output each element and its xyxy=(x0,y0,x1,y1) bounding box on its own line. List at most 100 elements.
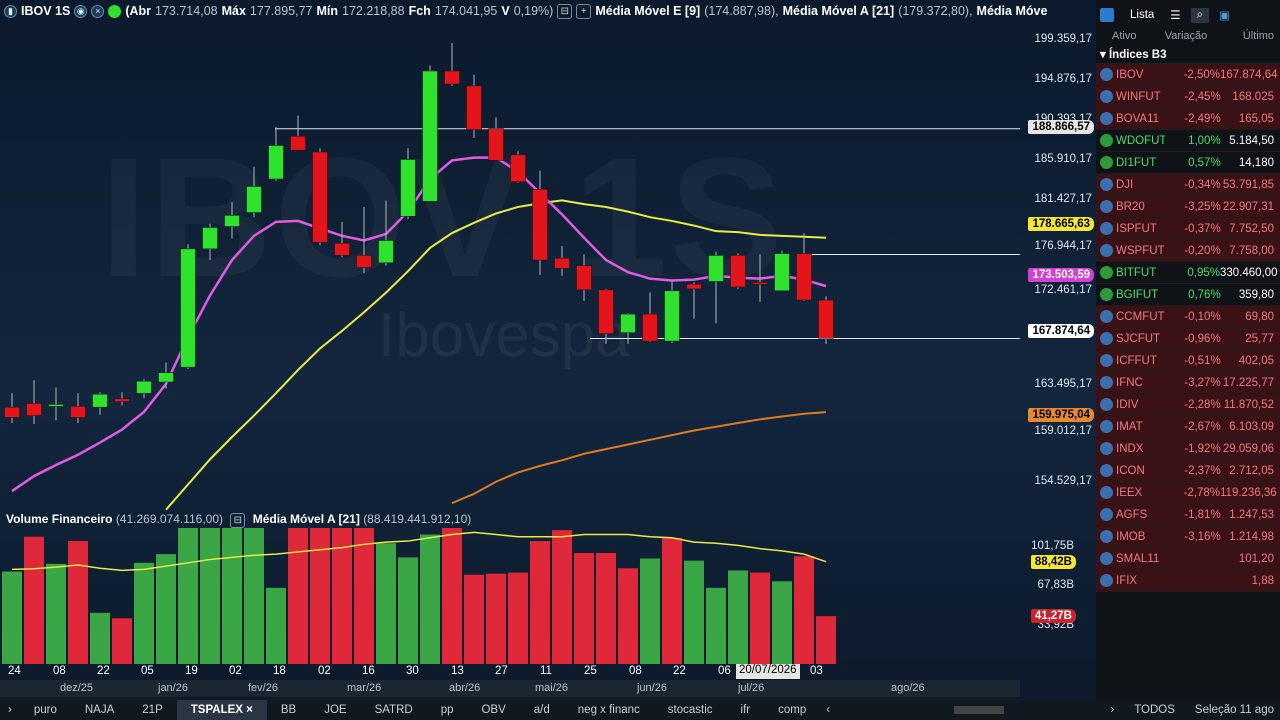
status-todos[interactable]: TODOS xyxy=(1120,704,1189,716)
volume-bar xyxy=(574,553,594,664)
row-change: -2,37% xyxy=(1184,464,1221,477)
row-last: 69,80 xyxy=(1245,310,1274,323)
watchlist-row[interactable]: WDOFUT 1,00% 5.184,50 xyxy=(1096,130,1280,152)
tab-tspalex[interactable]: TSPALEX × xyxy=(176,700,267,720)
watchlist-panel: Lista ☰ ⌕ ▣ Ativo Variação Último ▾ Índi… xyxy=(1096,0,1280,700)
price-badge: 188.866,57 xyxy=(1028,120,1094,134)
price-axis[interactable]: 199.359,17 194.876,17 190.393,17 185.910,17… xyxy=(1020,22,1096,662)
tab-scroll-right-icon[interactable]: › xyxy=(1104,704,1120,716)
row-symbol: SMAL11 xyxy=(1116,552,1160,565)
volume-bar xyxy=(288,528,308,664)
column-ultimo[interactable]: Último xyxy=(1218,30,1274,46)
row-symbol: IFNC xyxy=(1116,376,1143,389)
tab-bb[interactable]: BB xyxy=(267,700,310,720)
tab-scrollbar[interactable] xyxy=(954,704,1104,716)
watchlist-row[interactable]: BGIFUT 0,76% 359,80 xyxy=(1096,284,1280,306)
row-change: -2,45% xyxy=(1184,90,1221,103)
flag-icon xyxy=(1100,90,1113,103)
collapse-volume-icon[interactable]: ⊟ xyxy=(230,513,246,528)
tab-satrd[interactable]: SATRD xyxy=(361,700,427,720)
flag-icon xyxy=(1100,288,1113,301)
watchlist-row[interactable]: SJCFUT -0,96% 25,77 xyxy=(1096,328,1280,350)
price-tick: 176.944,17 xyxy=(1034,240,1092,252)
watchlist-row[interactable]: ICFFUT -0,51% 402,05 xyxy=(1096,350,1280,372)
flag-icon xyxy=(1100,530,1113,543)
search-icon[interactable]: ⌕ xyxy=(1190,7,1210,23)
slow-ma-line xyxy=(451,411,827,505)
volume-bar xyxy=(376,543,396,664)
window-icon[interactable]: ▣ xyxy=(1219,8,1230,22)
tab-joe[interactable]: JOE xyxy=(310,700,360,720)
flag-icon xyxy=(1100,112,1113,125)
tab-obv[interactable]: OBV xyxy=(467,700,519,720)
watchlist-row[interactable]: BOVA11 -2,49% 165,05 xyxy=(1096,108,1280,130)
chart-area[interactable]: IBOV 1S Ibovespa ▮ IBOV 1S ◉ × (Abr173.7… xyxy=(0,0,1096,700)
flag-icon xyxy=(1100,552,1113,565)
candle-body xyxy=(532,189,548,261)
volume-ma-name: Média Móvel A [21] xyxy=(252,512,360,526)
row-change: -0,51% xyxy=(1184,354,1221,367)
watchlist-row[interactable]: ICON -2,37% 2.712,05 xyxy=(1096,460,1280,482)
tab-neg-x-financ[interactable]: neg x financ xyxy=(564,700,654,720)
watchlist-row[interactable]: IMOB -3,16% 1.214,98 xyxy=(1096,526,1280,548)
row-symbol: DI1FUT xyxy=(1116,156,1157,169)
watchlist-row[interactable]: IFIX 1,88 xyxy=(1096,570,1280,592)
row-change: -3,16% xyxy=(1184,530,1221,543)
watchlist-row[interactable]: SMAL11 101,20 xyxy=(1096,548,1280,570)
row-symbol: IEEX xyxy=(1116,486,1143,499)
ema9-line xyxy=(11,156,827,493)
watchlist-title[interactable]: Lista xyxy=(1124,9,1160,21)
watchlist-row[interactable]: CCMFUT -0,10% 69,80 xyxy=(1096,306,1280,328)
tab-pp[interactable]: pp xyxy=(427,700,468,720)
tab-scroll-left-icon[interactable]: ‹ xyxy=(820,704,836,716)
tab-a-d[interactable]: a/d xyxy=(520,700,564,720)
tab-naja[interactable]: NAJA xyxy=(71,700,128,720)
watchlist-row[interactable]: ISPFUT -0,37% 7.752,50 xyxy=(1096,218,1280,240)
watchlist-row[interactable]: WSPFUT -0,20% 7.758,00 xyxy=(1096,240,1280,262)
group-indices-b3[interactable]: ▾ Índices B3 xyxy=(1096,46,1280,64)
watchlist-row[interactable]: BR20 -3,25% 22.907,31 xyxy=(1096,196,1280,218)
date-tick: 22 xyxy=(97,665,110,677)
column-ativo[interactable]: Ativo xyxy=(1096,30,1154,46)
candle-body xyxy=(620,313,636,333)
watchlist-row[interactable]: DI1FUT 0,57% 14,180 xyxy=(1096,152,1280,174)
watchlist-row[interactable]: AGFS -1,81% 1.247,53 xyxy=(1096,504,1280,526)
watchlist-icon[interactable] xyxy=(1100,8,1114,22)
volume-bar xyxy=(68,541,88,664)
candlestick-plot[interactable] xyxy=(0,0,1020,664)
row-last: 359,80 xyxy=(1238,288,1274,301)
candle-body xyxy=(268,145,284,180)
watchlist-row[interactable]: IBOV -2,50% 167.874,64 xyxy=(1096,64,1280,86)
tab-stocastic[interactable]: stocastic xyxy=(654,700,727,720)
watchlist-row[interactable]: IDIV -2,28% 11.870,52 xyxy=(1096,394,1280,416)
tab-21p[interactable]: 21P xyxy=(128,700,176,720)
candle-body xyxy=(114,398,130,402)
price-tick: 194.876,17 xyxy=(1034,73,1092,85)
volume-bar xyxy=(486,573,506,664)
watchlist-row[interactable]: BITFUT 0,95% 330.460,00 xyxy=(1096,262,1280,284)
flag-icon xyxy=(1100,574,1113,587)
tab-ifr[interactable]: ifr xyxy=(727,700,765,720)
row-last: 7.752,50 xyxy=(1229,222,1274,235)
volume-value: (41.269.074.116,00) xyxy=(115,512,224,526)
watchlist-row[interactable]: IFNC -3,27% 17.225,77 xyxy=(1096,372,1280,394)
tab-prev-icon[interactable]: › xyxy=(0,704,20,716)
candle-body xyxy=(818,299,834,339)
tab-comp[interactable]: comp xyxy=(764,700,820,720)
candle-body xyxy=(26,403,42,416)
column-variacao[interactable]: Variação xyxy=(1154,30,1218,46)
watchlist-row[interactable]: INDX -1,92% 29.059,06 xyxy=(1096,438,1280,460)
watchlist-row[interactable]: DJI -0,34% 53.791,85 xyxy=(1096,174,1280,196)
price-tick: 172.461,17 xyxy=(1034,284,1092,296)
watchlist-row[interactable]: IMAT -2,67% 6.103,09 xyxy=(1096,416,1280,438)
row-change: -0,10% xyxy=(1184,310,1221,323)
list-view-icon[interactable]: ☰ xyxy=(1170,8,1180,22)
tab-puro[interactable]: puro xyxy=(20,700,71,720)
flag-icon xyxy=(1100,508,1113,521)
row-last: 1,88 xyxy=(1251,574,1274,587)
candle-body xyxy=(136,380,152,394)
row-change: -0,37% xyxy=(1184,222,1221,235)
watchlist-row[interactable]: WINFUT -2,45% 168.025 xyxy=(1096,86,1280,108)
date-tick: 13 xyxy=(451,665,464,677)
watchlist-row[interactable]: IEEX -2,78% 119.236,36 xyxy=(1096,482,1280,504)
